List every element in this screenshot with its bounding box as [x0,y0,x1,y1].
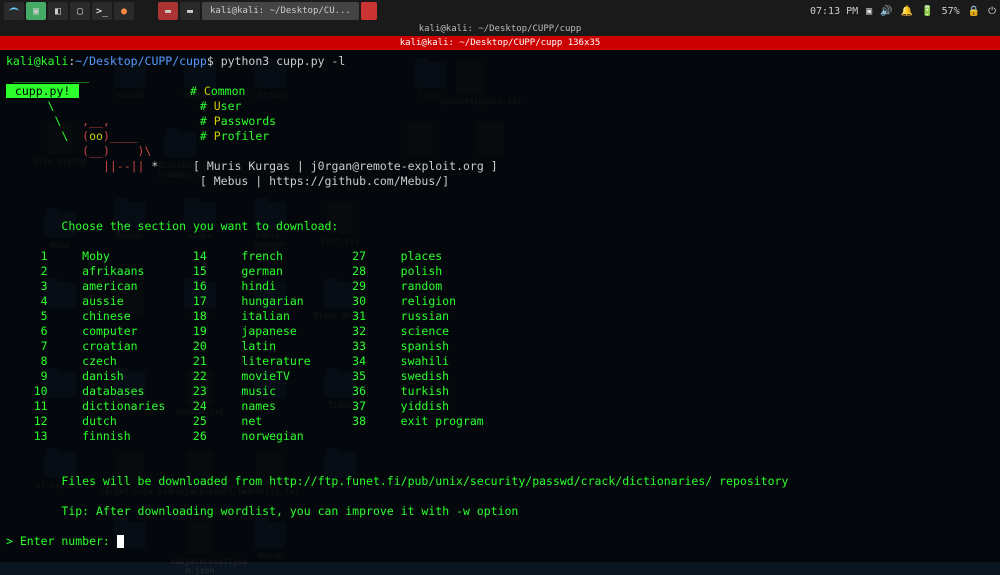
window-title-inner[interactable]: kali@kali: ~/Desktop/CUPP/cupp 136x35 [0,36,1000,50]
volume-icon[interactable]: 🔊 [880,6,892,17]
notifications-icon[interactable]: 🔔 [901,6,913,17]
terminal[interactable]: kali@kali:~/Desktop/CUPP/cupp$ python3 c… [0,50,1000,562]
power-icon[interactable]: ⏻ [988,6,996,17]
workspace-1-icon[interactable]: ▣ [26,2,46,20]
screenshot-icon[interactable]: ▣ [866,6,872,17]
footer-2: Tip: After downloading wordlist, you can… [61,504,518,518]
prompt-host: kali [41,54,69,68]
task-indicator-icon[interactable] [361,2,377,20]
window-title-outer: kali@kali: ~/Desktop/CUPP/cupp [0,22,1000,36]
window-title-inner-text: kali@kali: ~/Desktop/CUPP/cupp 136x35 [400,38,600,48]
kali-menu-icon[interactable] [4,2,24,20]
clock: 07:13 PM [810,6,858,17]
desktop-switcher-2[interactable]: ▬ [180,2,200,20]
battery-pct: 57% [942,6,960,17]
battery-icon: 🔋 [921,6,933,17]
workspace-2-icon[interactable]: ◧ [48,2,68,20]
input-prompt: > Enter number: [6,534,117,548]
section-header: Choose the section you want to download: [61,219,338,233]
credit-2: [ Mebus | https://github.com/Mebus/] [200,174,449,188]
banner-line-1: # User [200,99,242,113]
download-options: 1 Moby 14 french 27 places 2 afrikaans 1… [6,249,484,443]
footer-1: Files will be downloaded from http://ftp… [61,474,788,488]
lock-icon[interactable]: 🔒 [968,6,980,17]
credit-1: [ Muris Kurgas | j0rgan@remote-exploit.o… [193,159,498,173]
prompt-path: ~/Desktop/CUPP/cupp [75,54,207,68]
banner-line-3: # Profiler [200,129,269,143]
prompt-user: kali [6,54,34,68]
banner-line-2: # Passwords [200,114,276,128]
files-icon[interactable]: ▢ [70,2,90,20]
task-label: kali@kali: ~/Desktop/CU... [210,6,351,16]
command-text: python3 cupp.py -l [221,54,346,68]
taskbar: ▣ ◧ ▢ >_ ● ▬ ▬ kali@kali: ~/Desktop/CU..… [0,0,1000,22]
banner-line-0: # Common [190,84,245,98]
cursor [117,535,124,548]
ascii-art: ,__, [75,114,110,128]
browser-icon[interactable]: ● [114,2,134,20]
desktop-switcher-1[interactable]: ▬ [158,2,178,20]
window-title-text: kali@kali: ~/Desktop/CUPP/cupp [419,24,582,34]
task-terminal[interactable]: kali@kali: ~/Desktop/CU... [202,2,359,20]
cupp-title: cupp.py! [6,84,79,98]
terminal-icon[interactable]: >_ [92,2,112,20]
